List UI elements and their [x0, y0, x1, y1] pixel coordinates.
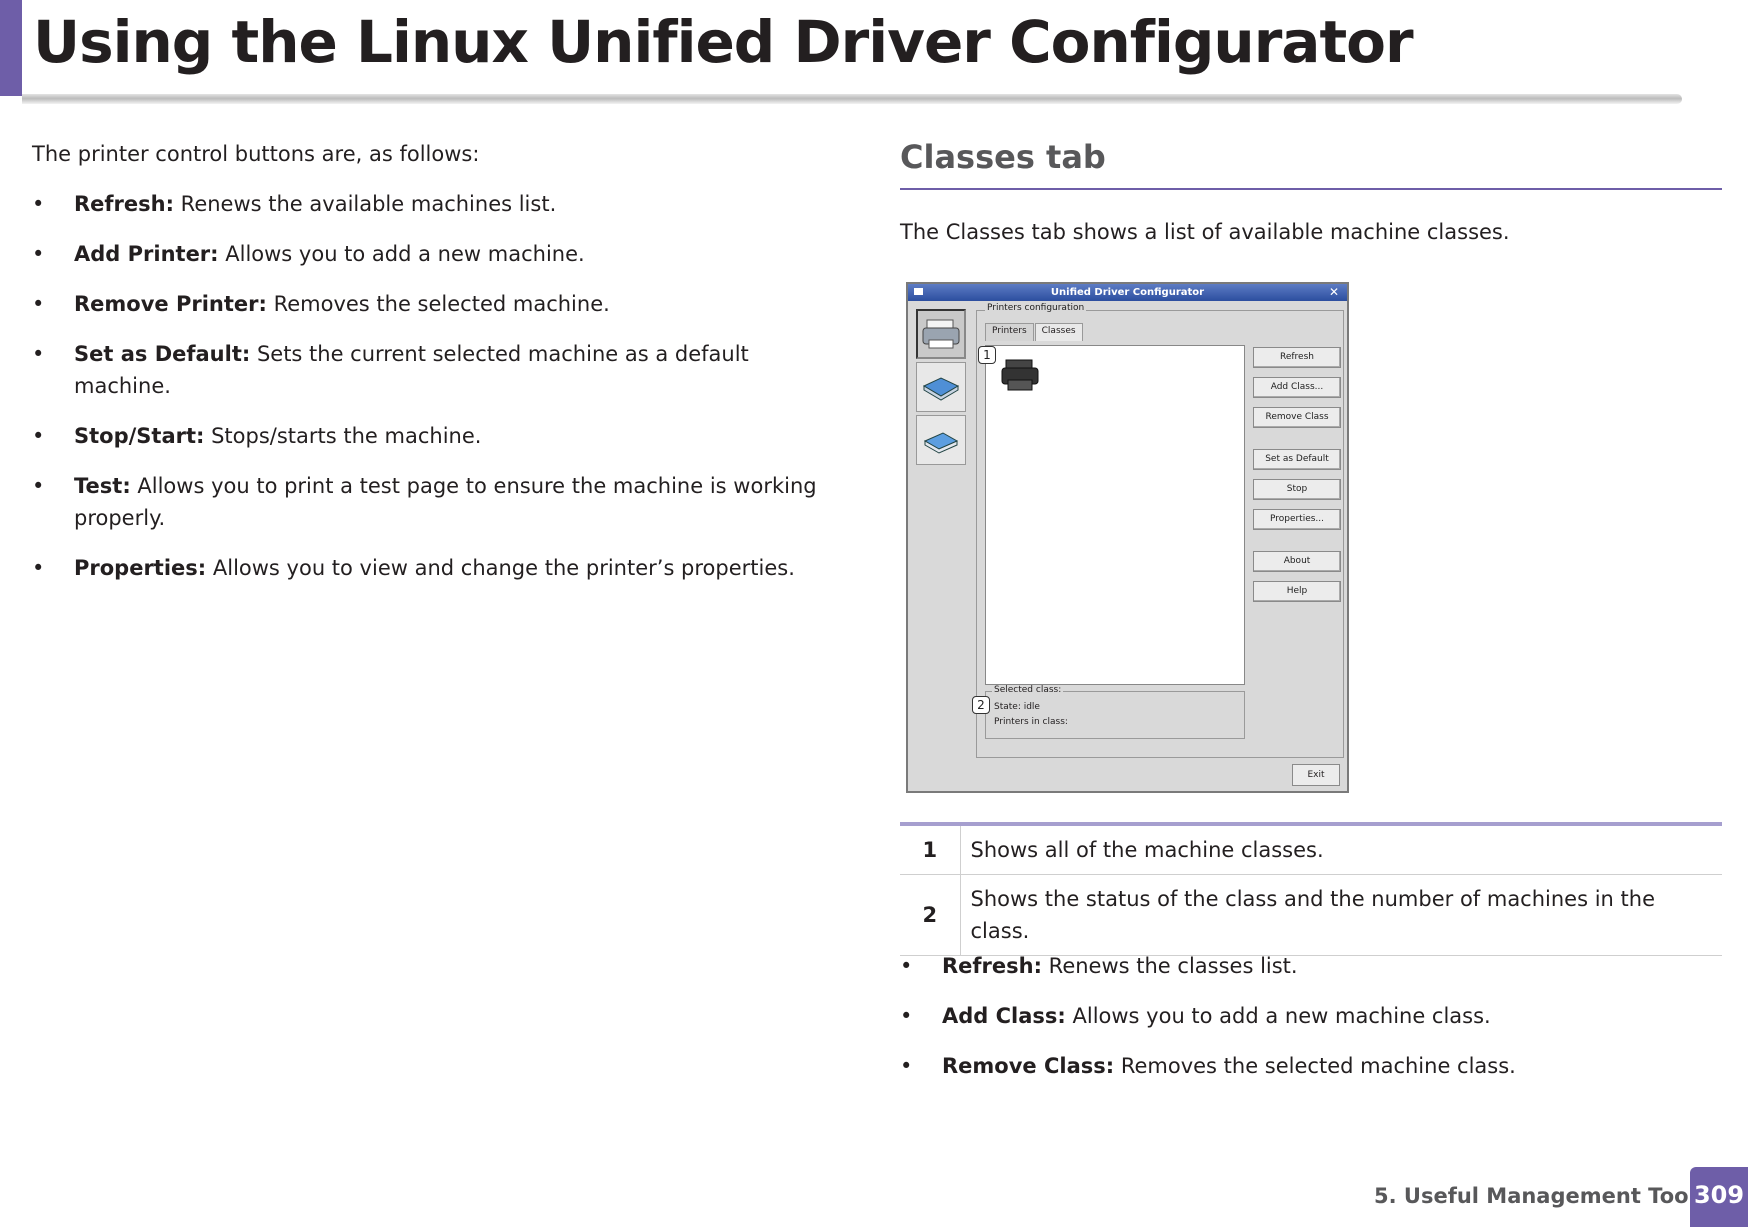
- close-icon[interactable]: ✕: [1329, 284, 1339, 301]
- list-item-text: Allows you to view and change the printe…: [206, 556, 795, 580]
- configurator-screenshot: Unified Driver Configurator ✕ Printers c…: [906, 282, 1349, 793]
- list-item-term: Set as Default:: [74, 342, 251, 366]
- table-cell-text: Shows all of the machine classes.: [960, 824, 1722, 875]
- right-column: Classes tab The Classes tab shows a list…: [900, 134, 1722, 248]
- list-item-term: Add Class:: [942, 1004, 1066, 1028]
- bullet-icon: •: [32, 342, 45, 366]
- list-item: • Remove Class: Removes the selected mach…: [900, 1050, 1722, 1082]
- list-item-text: Renews the available machines list.: [174, 192, 557, 216]
- list-item: • Refresh: Renews the available machines …: [32, 188, 832, 220]
- list-item: • Add Class: Allows you to add a new mach…: [900, 1000, 1722, 1032]
- left-column: The printer control buttons are, as foll…: [32, 138, 832, 602]
- list-item: • Remove Printer: Removes the selected ma…: [32, 288, 832, 320]
- list-item: • Add Printer: Allows you to add a new ma…: [32, 238, 832, 270]
- bullet-icon: •: [32, 424, 45, 448]
- list-item-text: Removes the selected machine.: [266, 292, 610, 316]
- printers-config-icon[interactable]: [916, 309, 966, 359]
- list-item-term: Remove Class:: [942, 1054, 1115, 1078]
- exit-button[interactable]: Exit: [1292, 764, 1340, 786]
- tab-classes[interactable]: Classes: [1034, 323, 1083, 341]
- stop-button[interactable]: Stop: [1253, 479, 1341, 500]
- list-item: • Refresh: Renews the classes list.: [900, 950, 1722, 982]
- list-item: • Stop/Start: Stops/starts the machine.: [32, 420, 832, 452]
- add-class-button[interactable]: Add Class...: [1253, 377, 1341, 398]
- set-as-default-button[interactable]: Set as Default: [1253, 449, 1341, 470]
- about-button[interactable]: About: [1253, 551, 1341, 572]
- callout-2: 2: [972, 696, 990, 714]
- page-number: 309: [1690, 1167, 1748, 1227]
- list-item-term: Refresh:: [942, 954, 1042, 978]
- footer-chapter: 5. Useful Management Tools: [1374, 1184, 1709, 1208]
- remove-class-button[interactable]: Remove Class: [1253, 407, 1341, 428]
- table-row: 2 Shows the status of the class and the …: [900, 874, 1722, 956]
- tab-printers[interactable]: Printers: [985, 323, 1034, 341]
- list-item-term: Add Printer:: [74, 242, 219, 266]
- title-underline: [22, 94, 1682, 104]
- list-item-term: Remove Printer:: [74, 292, 267, 316]
- table-cell-num: 1: [900, 824, 961, 875]
- window-titlebar: Unified Driver Configurator ✕: [908, 284, 1347, 301]
- list-item: • Set as Default: Sets the current select…: [32, 338, 832, 402]
- printer-class-icon[interactable]: [1000, 356, 1040, 394]
- section-title: Classes tab: [900, 138, 1106, 176]
- bullet-icon: •: [900, 1004, 913, 1028]
- bullet-icon: •: [32, 192, 45, 216]
- class-state: State: idle: [994, 702, 1040, 712]
- properties-button[interactable]: Properties...: [1253, 509, 1341, 530]
- button-gap: [1253, 437, 1343, 449]
- help-button[interactable]: Help: [1253, 581, 1341, 602]
- list-item-term: Refresh:: [74, 192, 174, 216]
- bullet-icon: •: [32, 242, 45, 266]
- callout-1: 1: [978, 346, 996, 364]
- table-cell-text: Shows the status of the class and the nu…: [960, 874, 1722, 956]
- printer-buttons-list: • Refresh: Renews the available machines …: [32, 188, 832, 584]
- window-menu-icon[interactable]: [914, 288, 923, 295]
- list-item-text: Allows you to add a new machine class.: [1065, 1004, 1491, 1028]
- selected-class-label: Selected class:: [992, 685, 1064, 695]
- scanner-icon[interactable]: [916, 362, 966, 412]
- buttons-intro: The printer control buttons are, as foll…: [32, 142, 480, 166]
- list-item-text: Removes the selected machine class.: [1114, 1054, 1516, 1078]
- list-item-text: Renews the classes list.: [1042, 954, 1298, 978]
- classes-list[interactable]: [985, 345, 1245, 685]
- list-item-term: Stop/Start:: [74, 424, 205, 448]
- class-buttons: Refresh Add Class... Remove Class Set as…: [1253, 347, 1343, 611]
- table-cell-num: 2: [900, 874, 961, 956]
- bullet-icon: •: [900, 954, 913, 978]
- list-item: • Properties: Allows you to view and chan…: [32, 552, 832, 584]
- list-item-text: Stops/starts the machine.: [204, 424, 482, 448]
- list-item-text: Allows you to add a new machine.: [218, 242, 585, 266]
- printers-in-class: Printers in class:: [994, 717, 1068, 727]
- class-buttons-list: • Refresh: Renews the classes list. • Add …: [900, 950, 1722, 1100]
- section-rule: [900, 188, 1722, 190]
- callout-description-table: 1 Shows all of the machine classes. 2 Sh…: [900, 822, 1722, 956]
- window-title: Unified Driver Configurator: [1050, 287, 1205, 298]
- frame-label: Printers configuration: [985, 303, 1087, 313]
- section-intro: The Classes tab shows a list of availabl…: [900, 220, 1510, 244]
- table-row: 1 Shows all of the machine classes.: [900, 824, 1722, 875]
- tab-bar: Printers Classes: [985, 323, 1084, 341]
- sidebar-icons: [916, 309, 968, 468]
- bullet-icon: •: [32, 556, 45, 580]
- button-gap: [1253, 539, 1343, 551]
- list-item: • Test: Allows you to print a test page t…: [32, 470, 832, 534]
- selected-class-group: Selected class: State: idle Printers in …: [985, 685, 1245, 739]
- printers-configuration-frame: Printers configuration Printers Classes …: [976, 303, 1344, 758]
- refresh-button[interactable]: Refresh: [1253, 347, 1341, 368]
- bullet-icon: •: [32, 474, 45, 498]
- bullet-icon: •: [32, 292, 45, 316]
- list-item-term: Properties:: [74, 556, 207, 580]
- list-item-text: Allows you to print a test page to ensur…: [74, 474, 817, 530]
- page-title: Using the Linux Unified Driver Configura…: [33, 8, 1414, 76]
- port-config-icon[interactable]: [916, 415, 966, 465]
- list-item-term: Test:: [74, 474, 131, 498]
- bullet-icon: •: [900, 1054, 913, 1078]
- title-accent-bar: [0, 0, 22, 96]
